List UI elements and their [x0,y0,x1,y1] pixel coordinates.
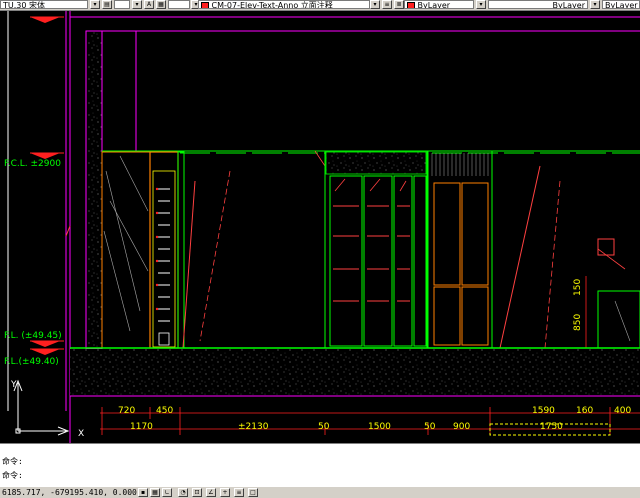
ucs-y-label: Y [10,380,17,390]
style-field[interactable] [114,0,130,9]
elevation-drawing: F.C.L. ±2900 F.L. (±49.45) F.L.(±49.40) [4,11,640,443]
glass-line [199,170,231,342]
cabinet-shelves [333,205,410,302]
cabinet-doors [329,175,427,347]
chevron-down-icon[interactable]: ▾ [90,0,100,9]
lineweight-value: ByLayer [605,1,638,9]
dim-style-icon[interactable]: ▤ [102,0,112,9]
wine-bottles [158,188,170,322]
coordinate-readout: 6185.717, -679195.410, 0.000 [2,488,137,497]
lineweight-toggle-icon[interactable]: ≡ [234,488,244,497]
chevron-down-icon[interactable]: ▾ [370,0,380,9]
leader-line [597,248,626,270]
glass-line [499,165,541,349]
cabinet-slats [431,153,489,176]
chevron-down-icon[interactable]: ▾ [132,0,142,9]
dim-1170: 1170 [130,422,153,432]
layer-previous-icon[interactable]: ≣ [394,0,404,9]
lineweight-dropdown[interactable]: ByLayer [602,0,640,9]
glass-line [544,180,561,349]
wine-rack [149,151,179,349]
annotation-style-dropdown[interactable]: CM-07-Elev-Text-Anno 立面注释 [198,0,370,9]
dim-50b: 50 [424,422,436,432]
door-reflections [334,178,407,192]
switch-box [597,238,615,256]
glass-reflection-line [105,170,141,312]
command-input[interactable] [20,472,620,482]
dim-720: 720 [118,406,135,416]
ucs-x-label: X [78,429,84,439]
dim-1500: 1500 [368,422,391,432]
dim-450: 450 [156,406,173,416]
cabinet-header [325,151,427,175]
annotation-style-value: CM-07-Elev-Text-Anno 立面注释 [211,1,333,9]
text-style-dropdown[interactable]: TU.30 宋体 [0,0,88,9]
glass-reflection-line [109,200,149,272]
level-label-fl2: F.L.(±49.40) [4,357,59,367]
glass-line [182,180,196,349]
glass-reflection-line [103,230,131,332]
dim-2130: ±2130 [238,422,269,432]
glass-reflection-line [119,155,149,212]
snap-toggle-icon[interactable]: ▪ [138,488,148,497]
command-window[interactable]: 命令: 命令: [0,443,640,487]
status-bar: 6185.717, -679195.410, 0.000 ▪ ▦ ∟ ◔ ⊡ ∠… [0,486,640,498]
bottle-group [158,332,170,346]
dynamic-input-icon[interactable]: + [220,488,230,497]
properties-toolbar: TU.30 宋体 ▾ ▤ ▾ A ▦ ▾ CM-07-Elev-Text-Ann… [0,0,640,11]
dim-50a: 50 [318,422,330,432]
dim-1590: 1590 [532,406,555,416]
command-history-line: 命令: [2,457,23,466]
level-marker-icon [30,349,60,355]
level-label-fcl: F.C.L. ±2900 [4,159,61,169]
dim-850: 850 [573,314,583,331]
concrete-column [85,30,103,350]
level-marker-icon [30,341,60,347]
color-value: ByLayer [417,1,451,9]
dim-400: 400 [614,406,631,416]
grid-toggle-icon[interactable]: ▦ [150,488,160,497]
glass-line [65,225,71,237]
color-swatch-icon [407,1,415,8]
osnap-toggle-icon[interactable]: ⊡ [192,488,202,497]
otrack-toggle-icon[interactable]: ∠ [206,488,216,497]
text-style-value: TU.30 宋体 [3,1,46,9]
level-marker-icon [30,17,60,23]
tall-cabinet-doors [433,182,489,346]
chevron-down-icon[interactable]: ▾ [476,0,486,9]
ortho-toggle-icon[interactable]: ∟ [162,488,172,497]
cabinet-side-panel [177,151,185,349]
color-dropdown[interactable]: ByLayer [404,0,474,9]
table-style-icon[interactable]: ▦ [156,0,166,9]
table-style-field[interactable] [168,0,190,9]
text-icon[interactable]: A [144,0,154,9]
polar-toggle-icon[interactable]: ◔ [178,488,188,497]
chevron-down-icon[interactable]: ▾ [590,0,600,9]
dim-160: 160 [576,406,593,416]
counter-unit [597,290,640,349]
layer-icon[interactable]: ≡ [382,0,392,9]
dim-1750: 1750 [540,422,563,432]
ucs-icon [13,379,70,436]
linetype-value: ByLayer [552,1,585,9]
color-swatch-icon [201,1,209,8]
linetype-dropdown[interactable]: ByLayer [488,0,588,9]
model-space-icon[interactable]: □ [248,488,258,497]
floor-slab [70,349,640,396]
level-label-fl1: F.L. (±49.45) [4,331,62,341]
dim-150: 150 [573,279,583,296]
glass-line [314,150,326,167]
wine-bottle-caps [155,187,159,311]
dim-900: 900 [453,422,470,432]
drawing-canvas[interactable]: F.C.L. ±2900 F.L. (±49.45) F.L.(±49.40) [0,11,640,443]
counter-detail [614,300,631,342]
